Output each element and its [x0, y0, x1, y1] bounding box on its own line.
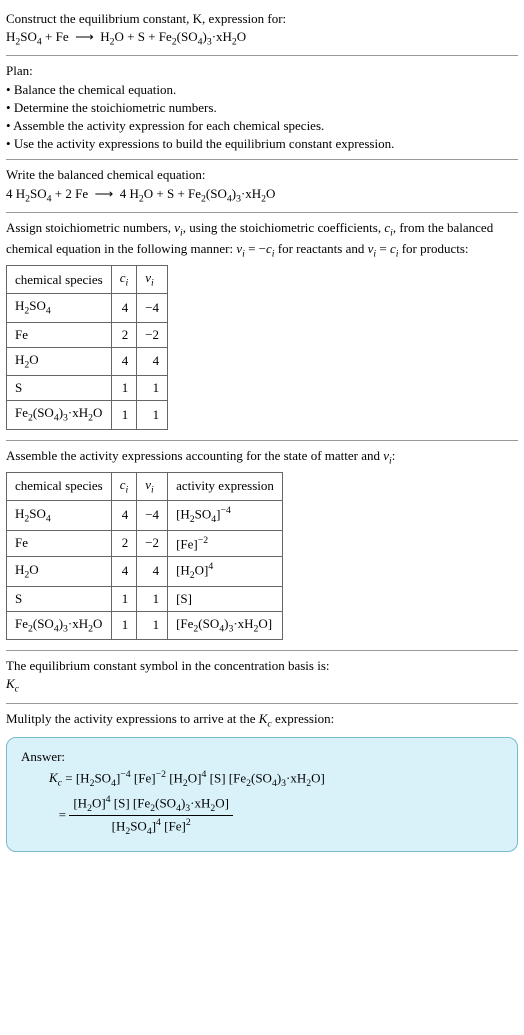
plan-bullet: • Determine the stoichiometric numbers. [6, 99, 518, 117]
cell-species: H2SO4 [7, 501, 112, 531]
table-header-row: chemical species ci νi activity expressi… [7, 472, 283, 500]
col-nu: νi [137, 472, 168, 500]
cell-species: Fe [7, 530, 112, 557]
table-row: H2O44[H2O]4 [7, 557, 283, 587]
col-c: ci [111, 266, 137, 294]
answer-line1: Kc = [H2SO4]−4 [Fe]−2 [H2O]4 [S] [Fe2(SO… [49, 768, 503, 791]
balanced-section: Write the balanced chemical equation: 4 … [6, 160, 518, 212]
plan-heading: Plan: [6, 62, 518, 80]
cell-activity: [Fe]−2 [168, 530, 283, 557]
stoich-text: , using the stoichiometric coefficients, [183, 220, 385, 235]
cell-c: 1 [111, 611, 137, 639]
cell-species: S [7, 586, 112, 611]
plan-bullet: • Assemble the activity expression for e… [6, 117, 518, 135]
col-species: chemical species [7, 266, 112, 294]
stoich-heading: Assign stoichiometric numbers, νi, using… [6, 219, 518, 261]
activity-heading: Assemble the activity expressions accoun… [6, 447, 518, 468]
problem-section: Construct the equilibrium constant, K, e… [6, 4, 518, 56]
table-row: Fe2−2[Fe]−2 [7, 530, 283, 557]
symbol-value: Kc [6, 675, 518, 696]
cell-species: Fe2(SO4)3·xH2O [7, 401, 112, 429]
answer-fraction: [H2O]4 [S] [Fe2(SO4)3·xH2O] [H2SO4]4 [Fe… [69, 793, 233, 839]
cell-c: 4 [111, 294, 137, 322]
cell-species: H2O [7, 347, 112, 375]
plan-bullet-text: Balance the chemical equation. [14, 82, 176, 97]
plan-bullet-text: Determine the stoichiometric numbers. [14, 100, 217, 115]
cell-c: 4 [111, 557, 137, 587]
cell-c: 4 [111, 501, 137, 531]
answer-box: Answer: Kc = [H2SO4]−4 [Fe]−2 [H2O]4 [S]… [6, 737, 518, 852]
col-nu: νi [137, 266, 168, 294]
problem-equation: H2SO4 + Fe ⟶ H2O + S + Fe2(SO4)3·xH2O [6, 28, 518, 49]
stoich-table: chemical species ci νi H2SO44−4 Fe2−2 H2… [6, 265, 168, 429]
fraction-denominator: [H2SO4]4 [Fe]2 [69, 816, 233, 839]
col-species: chemical species [7, 472, 112, 500]
cell-nu: 1 [137, 401, 168, 429]
fraction-numerator: [H2O]4 [S] [Fe2(SO4)3·xH2O] [69, 793, 233, 817]
balanced-equation: 4 H2SO4 + 2 Fe ⟶ 4 H2O + S + Fe2(SO4)3·x… [6, 185, 518, 206]
multiply-heading: Mulitply the activity expressions to arr… [6, 710, 518, 731]
activity-table: chemical species ci νi activity expressi… [6, 472, 283, 640]
plan-bullet-text: Assemble the activity expression for eac… [13, 118, 324, 133]
cell-species: H2SO4 [7, 294, 112, 322]
cell-species: H2O [7, 557, 112, 587]
symbol-heading: The equilibrium constant symbol in the c… [6, 657, 518, 675]
cell-species: Fe [7, 322, 112, 347]
cell-c: 1 [111, 401, 137, 429]
cell-species: Fe2(SO4)3·xH2O [7, 611, 112, 639]
cell-species: S [7, 376, 112, 401]
table-row: H2O44 [7, 347, 168, 375]
col-c: ci [111, 472, 137, 500]
cell-c: 1 [111, 586, 137, 611]
table-row: Fe2(SO4)3·xH2O11 [7, 401, 168, 429]
cell-nu: 1 [137, 586, 168, 611]
cell-nu: −4 [137, 501, 168, 531]
table-row: Fe2−2 [7, 322, 168, 347]
activity-section: Assemble the activity expressions accoun… [6, 441, 518, 652]
cell-nu: −4 [137, 294, 168, 322]
answer-label: Answer: [21, 748, 503, 766]
cell-activity: [H2SO4]−4 [168, 501, 283, 531]
table-row: H2SO44−4 [7, 294, 168, 322]
cell-activity: [H2O]4 [168, 557, 283, 587]
col-activity: activity expression [168, 472, 283, 500]
plan-bullet: • Use the activity expressions to build … [6, 135, 518, 153]
table-row: S11 [7, 376, 168, 401]
problem-heading-text: Construct the equilibrium constant, K, e… [6, 11, 286, 26]
cell-nu: 4 [137, 347, 168, 375]
cell-nu: 1 [137, 376, 168, 401]
cell-c: 4 [111, 347, 137, 375]
answer-body: Kc = [H2SO4]−4 [Fe]−2 [H2O]4 [S] [Fe2(SO… [49, 768, 503, 839]
cell-nu: 1 [137, 611, 168, 639]
plan-section: Plan: • Balance the chemical equation. •… [6, 56, 518, 160]
stoich-section: Assign stoichiometric numbers, νi , using… [6, 213, 518, 441]
cell-nu: 4 [137, 557, 168, 587]
symbol-section: The equilibrium constant symbol in the c… [6, 651, 518, 703]
table-row: H2SO44−4[H2SO4]−4 [7, 501, 283, 531]
cell-c: 2 [111, 322, 137, 347]
plan-bullet: • Balance the chemical equation. [6, 81, 518, 99]
cell-activity: [S] [168, 586, 283, 611]
balanced-heading: Write the balanced chemical equation: [6, 166, 518, 184]
cell-nu: −2 [137, 530, 168, 557]
stoich-text: for reactants and [275, 241, 368, 256]
stoich-text: Assign stoichiometric numbers, [6, 220, 174, 235]
table-row: S11[S] [7, 586, 283, 611]
table-header-row: chemical species ci νi [7, 266, 168, 294]
table-row: Fe2(SO4)3·xH2O11[Fe2(SO4)3·xH2O] [7, 611, 283, 639]
answer-line2: = [H2O]4 [S] [Fe2(SO4)3·xH2O] [H2SO4]4 [… [49, 793, 503, 839]
plan-bullet-text: Use the activity expressions to build th… [14, 136, 395, 151]
stoich-text: for products: [398, 241, 468, 256]
problem-heading: Construct the equilibrium constant, K, e… [6, 10, 518, 28]
cell-c: 1 [111, 376, 137, 401]
multiply-section: Mulitply the activity expressions to arr… [6, 704, 518, 858]
cell-c: 2 [111, 530, 137, 557]
cell-activity: [Fe2(SO4)3·xH2O] [168, 611, 283, 639]
cell-nu: −2 [137, 322, 168, 347]
